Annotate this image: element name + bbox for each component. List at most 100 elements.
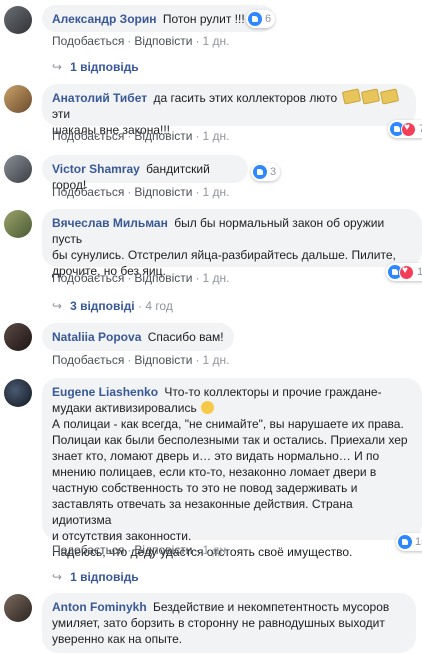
comment-bubble: Nataliia Popova Спасибо вам! [42, 323, 234, 351]
comment-actions: Подобається · Відповісти · 1 дн. [52, 34, 229, 48]
comment-time[interactable]: 1 дн. [202, 34, 229, 48]
avatar[interactable] [4, 594, 32, 622]
separator: · [195, 353, 200, 367]
like-icon [398, 535, 412, 549]
comment-author[interactable]: Victor Shamray [52, 162, 140, 176]
reply-link[interactable]: Відповісти [134, 129, 192, 143]
avatar[interactable] [4, 6, 32, 34]
like-icon [253, 165, 267, 179]
comment-text: и отсутствия законности. [52, 529, 192, 543]
separator: · [195, 543, 200, 557]
reaction-count: 3 [270, 166, 277, 178]
reply-link[interactable]: Відповісти [134, 34, 192, 48]
comment-text: эти [52, 107, 71, 121]
comment-text: да гасить этих коллекторов люто [153, 91, 338, 105]
like-link[interactable]: Подобається [52, 129, 124, 143]
comment-text: Что-то коллекторы и прочие граждане- [164, 385, 382, 399]
separator: · [127, 543, 132, 557]
comment-bubble: Александр Зорин Потон рулит !!! [42, 5, 274, 32]
reaction-count: 6 [265, 13, 272, 25]
replies-count[interactable]: 3 відповіді [70, 299, 135, 313]
comment-actions: Подобається · Відповісти · 1 дн. [52, 353, 229, 367]
comment-actions: Подобається · Відповісти · 1 дн. [52, 129, 229, 143]
separator: · [127, 185, 132, 199]
reply-link[interactable]: Відповісти [134, 271, 192, 285]
comment-text: Бездействие и некомпетентность мусоров [153, 600, 390, 614]
replies-count[interactable]: 1 відповідь [70, 60, 139, 74]
reply-arrow-icon: ↪ [52, 570, 63, 584]
comment-author[interactable]: Nataliia Popova [52, 330, 141, 344]
avatar[interactable] [4, 379, 32, 407]
comment-text: мудаки активизировались [52, 401, 197, 415]
separator: · [195, 129, 200, 143]
reply-arrow-icon: ↪ [52, 60, 63, 74]
comment-text: Полицаи как были бесполезными так и оста… [52, 433, 408, 447]
like-link[interactable]: Подобається [52, 185, 124, 199]
comment-text: мнению полицаев, если кто-то, незаконно … [52, 465, 377, 479]
reply-arrow-icon: ↪ [52, 299, 63, 313]
reaction-summary[interactable]: 7 [388, 120, 422, 138]
comment-bubble: Анатолий Тибет да гасить этих коллекторо… [42, 84, 416, 137]
view-replies-link[interactable]: ↪ 1 відповідь [52, 570, 139, 584]
comment-bubble: Вячеслав Мильман был бы нормальный закон… [42, 209, 422, 278]
comment-actions: Подобається · Відповісти · 1 дн. [52, 185, 229, 199]
comment-actions: Подобається · Відповісти · 1 дн. [52, 543, 229, 557]
money-emoji-icon [360, 88, 380, 105]
replies-time[interactable]: 4 год [145, 299, 173, 313]
comment-author[interactable]: Анатолий Тибет [52, 91, 147, 105]
reaction-summary[interactable]: 6 [246, 10, 276, 28]
comment-author[interactable]: Вячеслав Мильман [52, 216, 168, 230]
separator: · [195, 271, 200, 285]
comment-text: А полицаи - как всегда, "не снимайте", в… [52, 417, 404, 431]
like-link[interactable]: Подобається [52, 543, 124, 557]
view-replies-link[interactable]: ↪ 1 відповідь [52, 60, 139, 74]
separator: · [127, 34, 132, 48]
view-replies-link[interactable]: ↪ 3 відповіді · 4 год [52, 299, 173, 313]
separator: · [195, 185, 200, 199]
comment-author[interactable]: Александр Зорин [52, 12, 156, 26]
reaction-count: 15 [415, 536, 422, 548]
comment-text: знает кто, ломают дверь и… это видать но… [52, 449, 380, 463]
comment-time[interactable]: 1 дн. [202, 543, 229, 557]
separator: · [127, 129, 132, 143]
money-emoji-icon [379, 88, 399, 105]
like-link[interactable]: Подобається [52, 34, 124, 48]
love-icon [401, 121, 416, 137]
comment-text: умиляет, зато борзить в сторонну не равн… [52, 616, 385, 630]
comment-text: заставлять отвечать за незаконные действ… [52, 497, 353, 527]
comment-bubble: Eugene Liashenko Что-то коллекторы и про… [42, 378, 422, 559]
comment-text: уверенно как на опыте. [52, 632, 183, 646]
comment-time[interactable]: 1 дн. [202, 129, 229, 143]
avatar[interactable] [4, 323, 32, 351]
avatar[interactable] [4, 85, 32, 113]
reply-link[interactable]: Відповісти [134, 185, 192, 199]
reply-link[interactable]: Відповісти [134, 543, 192, 557]
love-icon [399, 264, 414, 280]
comment-author[interactable]: Anton Fominykh [52, 600, 147, 614]
comment-time[interactable]: 1 дн. [202, 185, 229, 199]
avatar[interactable] [4, 155, 32, 183]
separator: · [127, 271, 132, 285]
replies-count[interactable]: 1 відповідь [70, 570, 139, 584]
reaction-summary[interactable]: 3 [251, 163, 281, 181]
comment-bubble: Victor Shamray бандитский город! [42, 155, 248, 192]
reaction-summary[interactable]: 14 [386, 263, 422, 281]
separator: · [195, 34, 200, 48]
comment-text: бы сунулись. Отстрелил яйца-разбирайтесь… [52, 248, 396, 262]
like-link[interactable]: Подобається [52, 353, 124, 367]
like-icon [248, 12, 262, 26]
comment-text: Спасибо вам! [147, 330, 224, 344]
emoji-icon [201, 401, 215, 414]
like-link[interactable]: Подобається [52, 271, 124, 285]
avatar[interactable] [4, 210, 32, 238]
comment-actions: Подобається · Відповісти · 1 дн. [52, 271, 229, 285]
reply-link[interactable]: Відповісти [134, 353, 192, 367]
comment-text: Потон рулит !!! [162, 12, 245, 26]
reaction-summary[interactable]: 15 [396, 533, 422, 551]
comment-author[interactable]: Eugene Liashenko [52, 385, 158, 399]
comment-time[interactable]: 1 дн. [202, 271, 229, 285]
comment-time[interactable]: 1 дн. [202, 353, 229, 367]
money-emoji-icon [341, 88, 361, 105]
comment-bubble: Anton Fominykh Бездействие и некомпетент… [42, 593, 416, 653]
reaction-count: 14 [417, 266, 422, 278]
